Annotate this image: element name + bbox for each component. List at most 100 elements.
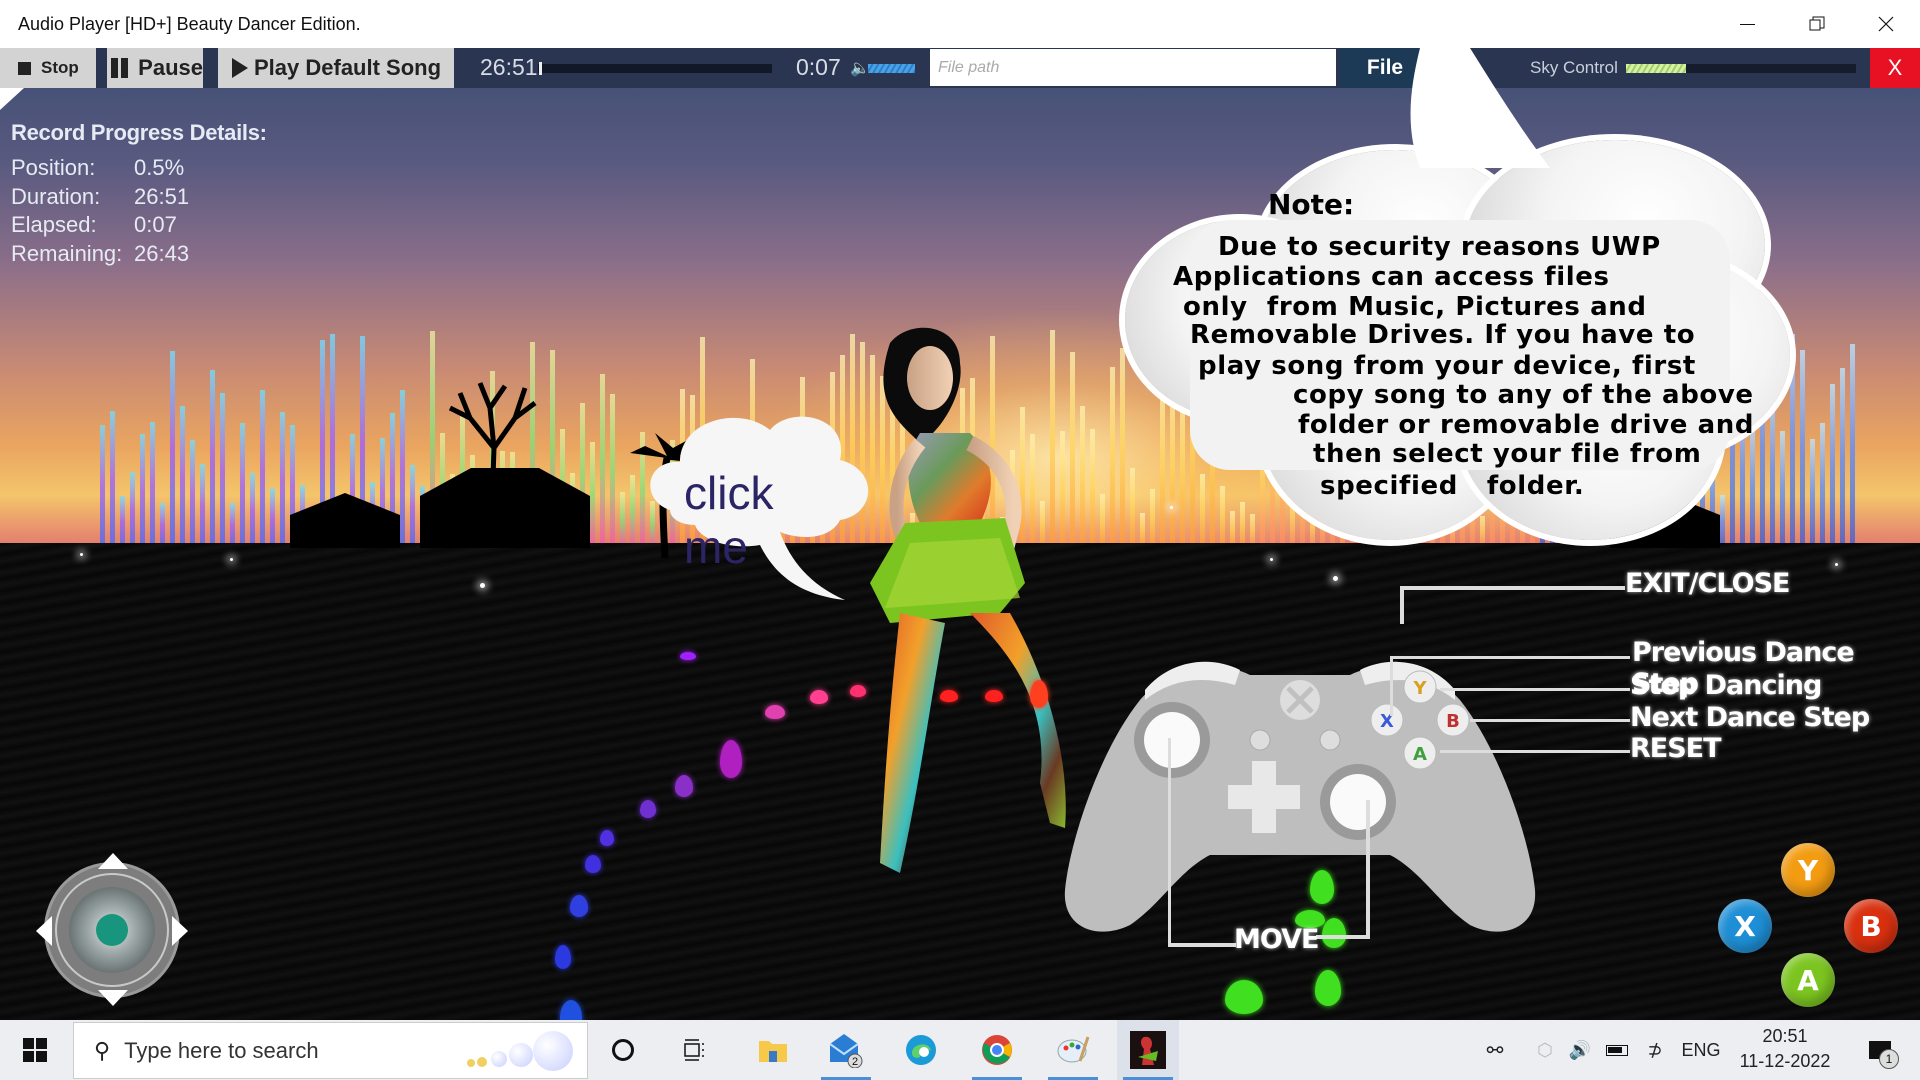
search-icon: ⚲ (94, 1037, 111, 1063)
note-line: specified folder. (1320, 471, 1585, 501)
visualizer-bar (1220, 485, 1225, 548)
window-title: Audio Player [HD+] Beauty Dancer Edition… (18, 13, 361, 34)
visualizer-bar (150, 421, 155, 548)
x-button-label: X (1734, 909, 1756, 943)
note-line: Removable Drives. If you have to (1190, 320, 1696, 350)
tray-people[interactable]: ⚯ (1475, 1020, 1515, 1080)
visualizer-bar (240, 423, 245, 548)
taskbar-beauty-dancer[interactable] (1117, 1020, 1179, 1080)
visualizer-bar (140, 433, 145, 548)
taskbar-search-input[interactable] (124, 1037, 465, 1064)
taskbar-edge[interactable] (890, 1020, 952, 1080)
y-button[interactable]: Y (1781, 843, 1835, 897)
taskbar-paint[interactable] (1042, 1020, 1104, 1080)
battery-icon (1606, 1044, 1628, 1056)
visualizer-bar (1170, 385, 1175, 548)
visualizer-bar (1160, 383, 1165, 548)
joystick-left-arrow-icon[interactable] (36, 916, 52, 946)
virtual-joystick[interactable] (44, 862, 180, 998)
stop-button[interactable]: Stop (0, 48, 96, 88)
action-center-button[interactable]: 1 (1855, 1020, 1905, 1080)
tray-app[interactable]: ⬡ (1530, 1020, 1560, 1080)
note-line: copy song to any of the above (1293, 380, 1754, 410)
legend-reset: RESET (1630, 733, 1722, 764)
pause-button[interactable]: Pause (107, 48, 203, 88)
tray-volume[interactable]: 🔊 (1565, 1020, 1595, 1080)
taskbar-cortana[interactable] (592, 1020, 654, 1080)
volume-icon[interactable]: 🔈 (850, 58, 870, 78)
visualizer-bar (400, 390, 405, 548)
visualizer-bar (410, 464, 415, 548)
taskbar-search[interactable]: ⚲ (73, 1022, 588, 1079)
visualizer-bar (110, 411, 115, 548)
xbox-controller-icon: Y X B A (1064, 661, 1536, 932)
x-button[interactable]: X (1718, 899, 1772, 953)
visualizer-bar (600, 373, 605, 548)
minimize-button[interactable] (1713, 0, 1782, 48)
visualizer-bar (1800, 349, 1805, 548)
heart-footprint (810, 690, 828, 704)
windows-taskbar: ⚲ 2 (0, 1020, 1920, 1080)
note-line: play song from your device, first (1198, 351, 1696, 381)
visualizer-bar (1240, 502, 1245, 548)
visualizer-bar (1840, 368, 1845, 548)
leader-line (1366, 800, 1370, 939)
joystick-right-arrow-icon[interactable] (172, 916, 188, 946)
taskbar-file-explorer[interactable] (742, 1020, 804, 1080)
visualizer-bar (1790, 334, 1795, 548)
detail-row: Remaining: 26:43 (11, 240, 267, 269)
minimize-icon (1740, 23, 1755, 25)
corner-triangle-icon (0, 88, 24, 110)
leader-line (1168, 738, 1171, 946)
joystick-up-arrow-icon[interactable] (98, 853, 128, 869)
volume-slider[interactable] (868, 64, 915, 73)
close-window-button[interactable] (1851, 0, 1920, 48)
detail-label: Duration: (11, 183, 101, 209)
play-default-song-button[interactable]: Play Default Song (218, 48, 454, 88)
tray-language[interactable]: ENG (1678, 1020, 1724, 1080)
heart-footprint (600, 830, 614, 846)
leader-line (1440, 750, 1630, 753)
sparkle (1170, 506, 1173, 509)
player-toolbar: Stop Pause Play Default Song 26:51 0:07 … (0, 48, 1920, 88)
heart-footprint (1030, 680, 1048, 708)
restore-button[interactable] (1782, 0, 1851, 48)
play-icon (232, 58, 248, 78)
seek-slider[interactable] (538, 62, 772, 75)
joystick-base (69, 887, 155, 973)
taskbar-task-view[interactable] (664, 1020, 726, 1080)
heart-footprint (585, 855, 601, 873)
sky-control-slider[interactable] (1626, 64, 1856, 73)
detail-value: 0.5% (134, 155, 185, 180)
exit-app-button[interactable]: X (1870, 48, 1920, 88)
start-button[interactable] (0, 1020, 70, 1080)
visualizer-bar (1150, 488, 1155, 548)
seek-thumb[interactable] (539, 62, 543, 75)
tray-wifi[interactable]: ⊅ (1640, 1020, 1670, 1080)
a-button[interactable]: A (1781, 953, 1835, 1007)
volume-fill (868, 64, 915, 73)
svg-text:Y: Y (1412, 678, 1427, 699)
joystick-down-arrow-icon[interactable] (98, 990, 128, 1006)
joystick-knob[interactable] (96, 914, 128, 946)
legend-exit-close: EXIT/CLOSE (1625, 568, 1790, 599)
taskbar-mail[interactable]: 2 (815, 1020, 877, 1080)
heart-footprint (1225, 980, 1263, 1014)
note-line: folder or removable drive and (1298, 410, 1755, 440)
b-button[interactable]: B (1844, 899, 1898, 953)
file-path-input[interactable] (930, 49, 1336, 86)
paint-palette-icon (1057, 1036, 1090, 1063)
tray-battery[interactable] (1602, 1020, 1632, 1080)
pause-icon (111, 58, 129, 78)
unity-tray-icon: ⬡ (1537, 1039, 1553, 1060)
visualizer-bar (1780, 430, 1785, 548)
taskbar-clock[interactable]: 20:51 11-12-2022 (1730, 1024, 1840, 1074)
visualizer-bar (1850, 344, 1855, 548)
legend-move: MOVE (1234, 924, 1319, 955)
legend-stop-dancing: Stop Dancing (1630, 670, 1822, 701)
y-button-label: Y (1797, 853, 1819, 887)
b-button-label: B (1860, 909, 1882, 943)
visualizer-bar (1130, 467, 1135, 548)
taskbar-chrome[interactable] (966, 1020, 1028, 1080)
note-title: Note: (1268, 188, 1355, 221)
